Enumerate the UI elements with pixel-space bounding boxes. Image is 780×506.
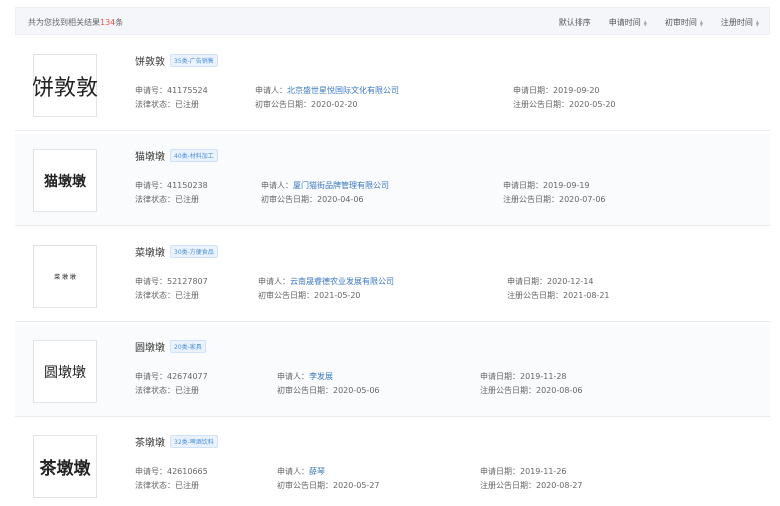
status-field: 法律状态：已注册 xyxy=(135,386,199,395)
card-title-row: 圆墩墩 20类-家具 xyxy=(135,339,206,354)
class-tag: 32类-啤酒饮料 xyxy=(170,435,218,448)
sort-arrows-icon: ▲ ▼ xyxy=(755,18,759,27)
trademark-name[interactable]: 茶墩墩 xyxy=(135,434,165,449)
applicant-link[interactable]: 李发展 xyxy=(309,372,333,381)
apply-date-field: 申请日期：2020-12-14 xyxy=(507,277,594,286)
sort-first-pub-label: 初审时间 xyxy=(664,18,697,27)
trademark-name[interactable]: 菜墩墩 xyxy=(135,244,165,259)
applicant-link[interactable]: 厦门猫街品牌管理有限公司 xyxy=(293,181,389,190)
class-tag: 20类-家具 xyxy=(170,340,206,353)
applicant-link[interactable]: 薛琴 xyxy=(309,467,325,476)
status-field: 法律状态：已注册 xyxy=(135,291,199,300)
applicant-field: 申请人：薛琴 xyxy=(277,467,325,476)
sort-arrows-icon: ▲ ▼ xyxy=(699,18,703,27)
class-tag: 35类-广告销售 xyxy=(170,54,218,67)
trademark-name[interactable]: 饼敦敦 xyxy=(135,53,165,68)
first-pub-field: 初审公告日期：2020-05-06 xyxy=(277,386,380,395)
logo-text: 猫墩墩 xyxy=(44,173,86,190)
card-title-row: 饼敦敦 35类-广告销售 xyxy=(135,53,218,68)
reg-pub-field: 注册公告日期：2020-08-06 xyxy=(480,386,583,395)
apply-date-field: 申请日期：2019-11-26 xyxy=(480,467,567,476)
trademark-logo[interactable]: 猫墩墩 xyxy=(33,149,97,212)
result-count: 134 xyxy=(100,18,116,27)
logo-text: 圆墩墩 xyxy=(44,364,86,381)
logo-text: 饼敦敦 xyxy=(32,75,99,101)
sort-arrows-icon: ▲ ▼ xyxy=(643,18,647,27)
status-field: 法律状态：已注册 xyxy=(135,100,199,109)
reg-pub-field: 注册公告日期：2020-05-20 xyxy=(513,100,616,109)
class-tag: 30类-方便食品 xyxy=(170,245,218,258)
reg-pub-field: 注册公告日期：2021-08-21 xyxy=(507,291,610,300)
class-tag: 40类-材料加工 xyxy=(170,149,218,162)
reg-pub-field: 注册公告日期：2020-07-06 xyxy=(503,195,606,204)
reg-no-field: 申请号：42610665 xyxy=(135,467,208,476)
card-title-row: 菜墩墩 30类-方便食品 xyxy=(135,244,218,259)
card-title-row: 茶墩墩 32类-啤酒饮料 xyxy=(135,434,218,449)
trademark-logo[interactable]: 茶墩墩 xyxy=(33,435,97,498)
search-results-page: 共为您找到相关结果134条 默认排序 申请时间 ▲ ▼ 初审时间 ▲ ▼ 注册时间 ▲ ▼ … xyxy=(10,0,770,506)
first-pub-field: 初审公告日期：2020-04-06 xyxy=(261,195,364,204)
trademark-name[interactable]: 猫墩墩 xyxy=(135,148,165,163)
summary-prefix: 共为您找到相关结果 xyxy=(28,18,100,27)
apply-date-field: 申请日期：2019-11-28 xyxy=(480,372,567,381)
apply-date-field: 申请日期：2019-09-20 xyxy=(513,86,600,95)
trademark-logo[interactable]: 圆墩墩 xyxy=(33,340,97,403)
first-pub-field: 初审公告日期：2020-02-20 xyxy=(255,100,358,109)
summary-suffix: 条 xyxy=(115,18,124,27)
result-card[interactable]: 茶墩墩 茶墩墩 32类-啤酒饮料 申请号：42610665 法律状态：已注册 申… xyxy=(15,420,770,506)
logo-text: 菜 墩 墩 xyxy=(54,274,76,281)
sort-first-pub-date[interactable]: 初审时间 ▲ ▼ xyxy=(665,17,703,28)
result-card[interactable]: 猫墩墩 猫墩墩 40类-材料加工 申请号：41150238 法律状态：已注册 申… xyxy=(15,134,770,226)
result-card[interactable]: 饼敦敦 饼敦敦 35类-广告销售 申请号：41175524 法律状态：已注册 申… xyxy=(15,39,770,131)
reg-no-field: 申请号：41150238 xyxy=(135,181,208,190)
reg-no-field: 申请号：52127807 xyxy=(135,277,208,286)
applicant-field: 申请人：云南晟睿德农业发展有限公司 xyxy=(258,277,394,286)
applicant-link[interactable]: 云南晟睿德农业发展有限公司 xyxy=(290,277,394,286)
status-field: 法律状态：已注册 xyxy=(135,481,199,490)
sort-default-label: 默认排序 xyxy=(558,18,591,27)
sort-default[interactable]: 默认排序 xyxy=(559,17,591,28)
results-toolbar: 共为您找到相关结果134条 默认排序 申请时间 ▲ ▼ 初审时间 ▲ ▼ 注册时间 ▲ ▼ xyxy=(15,7,770,35)
applicant-link[interactable]: 北京盛世星悦国际文化有限公司 xyxy=(287,86,399,95)
sort-options: 默认排序 申请时间 ▲ ▼ 初审时间 ▲ ▼ 注册时间 ▲ ▼ xyxy=(559,17,759,28)
sort-reg-date-label: 注册时间 xyxy=(720,18,753,27)
sort-apply-date-label: 申请时间 xyxy=(608,18,641,27)
trademark-logo[interactable]: 饼敦敦 xyxy=(32,54,99,117)
applicant-field: 申请人：李发展 xyxy=(277,372,333,381)
trademark-logo[interactable]: 菜 墩 墩 xyxy=(33,245,97,308)
status-field: 法律状态：已注册 xyxy=(135,195,199,204)
applicant-field: 申请人：北京盛世星悦国际文化有限公司 xyxy=(255,86,399,95)
reg-no-field: 申请号：41175524 xyxy=(135,86,208,95)
apply-date-field: 申请日期：2019-09-19 xyxy=(503,181,590,190)
result-card[interactable]: 菜 墩 墩 菜墩墩 30类-方便食品 申请号：52127807 法律状态：已注册… xyxy=(15,230,770,322)
reg-no-field: 申请号：42674077 xyxy=(135,372,208,381)
result-card[interactable]: 圆墩墩 圆墩墩 20类-家具 申请号：42674077 法律状态：已注册 申请人… xyxy=(15,325,770,417)
logo-text: 茶墩墩 xyxy=(39,459,91,479)
reg-pub-field: 注册公告日期：2020-08-27 xyxy=(480,481,583,490)
first-pub-field: 初审公告日期：2021-05-20 xyxy=(258,291,361,300)
trademark-name[interactable]: 圆墩墩 xyxy=(135,339,165,354)
applicant-field: 申请人：厦门猫街品牌管理有限公司 xyxy=(261,181,389,190)
result-summary: 共为您找到相关结果134条 xyxy=(28,17,123,28)
first-pub-field: 初审公告日期：2020-05-27 xyxy=(277,481,380,490)
sort-apply-date[interactable]: 申请时间 ▲ ▼ xyxy=(609,17,647,28)
sort-reg-date[interactable]: 注册时间 ▲ ▼ xyxy=(721,17,759,28)
card-title-row: 猫墩墩 40类-材料加工 xyxy=(135,148,218,163)
